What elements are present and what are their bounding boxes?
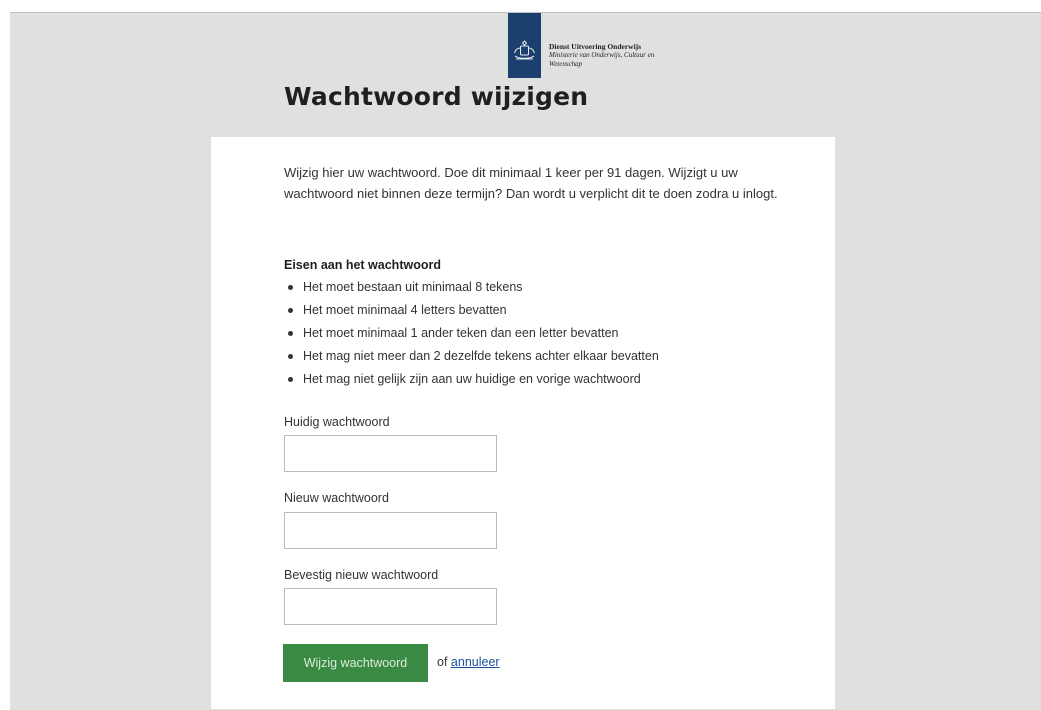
change-password-button[interactable]: Wijzig wachtwoord [283,644,428,682]
new-password-label: Nieuw wachtwoord [284,491,389,505]
current-password-input[interactable] [284,435,497,472]
or-text: of [437,655,448,669]
coat-of-arms-icon [514,40,535,60]
requirement-text: Het moet minimaal 1 ander teken dan een … [303,326,619,340]
cancel-option: of annuleer [437,655,500,669]
confirm-password-label: Bevestig nieuw wachtwoord [284,568,439,582]
requirement-item: Het mag niet meer dan 2 dezelfde tekens … [284,345,659,368]
bullet-icon [288,354,293,359]
bullet-icon [288,308,293,313]
requirement-text: Het moet bestaan uit minimaal 8 tekens [303,280,523,294]
page-title: Wachtwoord wijzigen [284,82,589,111]
requirements-title: Eisen aan het wachtwoord [284,258,441,272]
org-name-line2: Ministerie van Onderwijs, Cultuur en [549,51,655,59]
requirement-item: Het moet minimaal 4 letters bevatten [284,299,659,322]
bullet-icon [288,285,293,290]
intro-text: Wijzig hier uw wachtwoord. Doe dit minim… [284,165,778,201]
requirement-item: Het mag niet gelijk zijn aan uw huidige … [284,368,659,391]
bullet-icon [288,331,293,336]
requirement-text: Het moet minimaal 4 letters bevatten [303,303,507,317]
organization-name: Dienst Uitvoering Onderwijs Ministerie v… [549,42,654,69]
requirement-text: Het mag niet meer dan 2 dezelfde tekens … [303,349,659,363]
requirement-text: Het mag niet gelijk zijn aan uw huidige … [303,372,641,386]
new-password-input[interactable] [284,512,497,549]
requirement-item: Het moet bestaan uit minimaal 8 tekens [284,276,659,299]
confirm-password-input[interactable] [284,588,497,625]
org-name-line3: Wetenschap [549,60,583,68]
org-name-line1: Dienst Uitvoering Onderwijs [549,42,642,51]
current-password-label: Huidig wachtwoord [284,415,390,429]
cancel-link[interactable]: annuleer [451,655,500,669]
bullet-icon [288,377,293,382]
requirement-item: Het moet minimaal 1 ander teken dan een … [284,322,659,345]
requirements-list: Het moet bestaan uit minimaal 8 tekens H… [284,276,659,391]
